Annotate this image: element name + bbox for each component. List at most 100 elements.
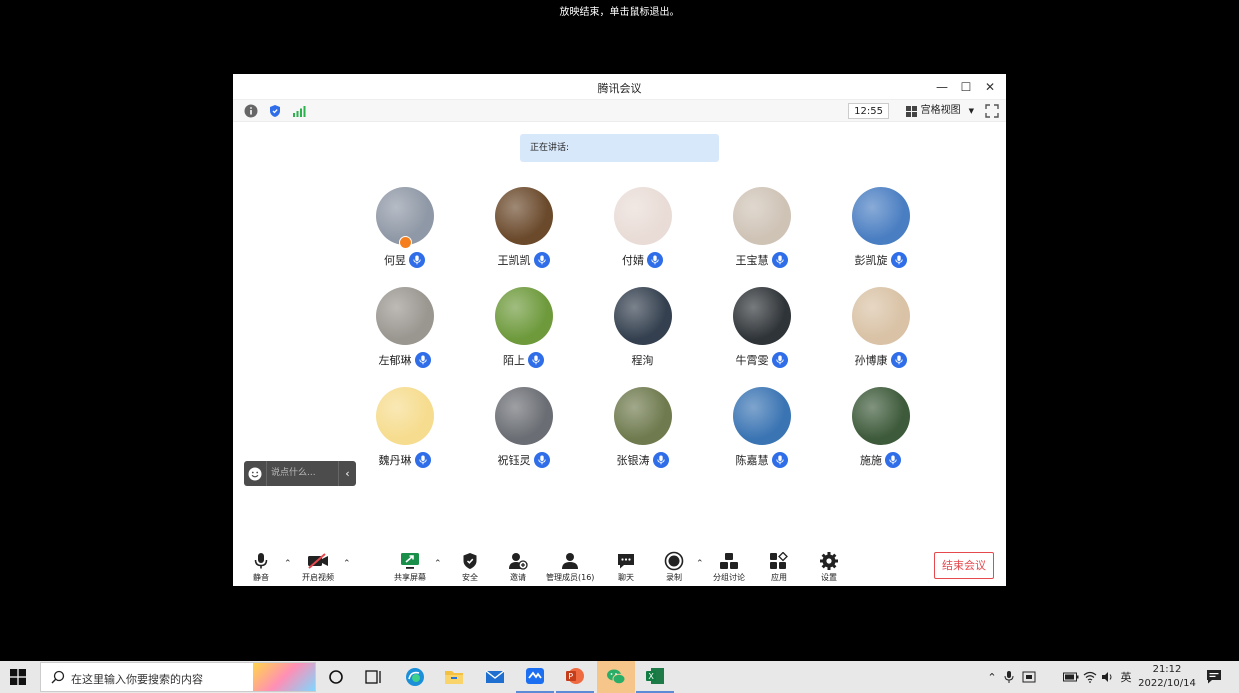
share-options-chevron-icon[interactable]: ⌃ [434, 559, 442, 569]
video-off-icon [307, 551, 329, 571]
shield-icon[interactable] [267, 103, 283, 119]
chat-button[interactable]: 聊天 [615, 551, 637, 583]
participant-tile[interactable]: 魏丹琳 [345, 387, 464, 487]
avatar[interactable] [732, 187, 791, 245]
record-options-chevron-icon[interactable]: ⌃ [696, 559, 704, 569]
smile-icon[interactable] [244, 467, 266, 481]
participant-tile[interactable]: 祝钰灵 [464, 387, 583, 487]
avatar[interactable] [851, 387, 910, 445]
gear-icon [818, 551, 840, 571]
speaking-indicator: 正在讲话: [520, 134, 719, 162]
start-video-button[interactable]: 开启视频 [302, 551, 334, 583]
chat-quick-input[interactable]: 说点什么... ‹ [244, 461, 356, 486]
tray-overflow-chevron-icon[interactable]: ⌃ [985, 671, 999, 684]
wifi-icon[interactable] [1081, 671, 1099, 683]
breakout-rooms-button[interactable]: 分组讨论 [713, 551, 745, 583]
minimize-button[interactable]: — [932, 77, 952, 97]
participant-tile[interactable]: 程洵 [583, 287, 702, 387]
avatar[interactable] [375, 187, 434, 249]
avatar[interactable] [851, 187, 910, 245]
task-view-icon[interactable] [355, 661, 393, 693]
svg-text:X: X [648, 672, 654, 681]
participant-tile[interactable]: 张银涛 [583, 387, 702, 487]
cortana-icon[interactable] [317, 661, 355, 693]
video-options-chevron-icon[interactable]: ⌃ [343, 559, 351, 569]
manage-members-button[interactable]: 管理成员(16) [546, 551, 594, 583]
record-button[interactable]: 录制 [663, 551, 685, 583]
security-button[interactable]: 安全 [459, 551, 481, 583]
avatar[interactable] [613, 387, 672, 445]
excel-icon[interactable]: X [636, 661, 674, 693]
avatar[interactable] [851, 287, 910, 345]
view-switcher[interactable]: 宫格视图 ▼ [905, 103, 974, 119]
participant-tile[interactable]: 彭凯旋 [821, 187, 940, 287]
microphone-icon [890, 252, 907, 268]
system-time: 21:12 [1152, 664, 1182, 675]
invite-button[interactable]: 邀请 [507, 551, 529, 583]
powerpoint-icon[interactable]: P [556, 661, 594, 693]
avatar[interactable] [494, 387, 553, 445]
participant-tile[interactable]: 陌上 [464, 287, 583, 387]
apps-button[interactable]: 应用 [768, 551, 790, 583]
participant-tile[interactable]: 王宝慧 [702, 187, 821, 287]
chat-placeholder[interactable]: 说点什么... [266, 461, 338, 486]
microphone-icon [528, 352, 544, 368]
participant-tile[interactable]: 左郁琳 [345, 287, 464, 387]
share-screen-button[interactable]: 共享屏幕 [394, 551, 426, 583]
notification-icon[interactable] [1206, 669, 1222, 685]
end-meeting-button[interactable]: 结束会议 [934, 552, 994, 579]
participant-tile[interactable]: 施施 [821, 387, 940, 487]
security-shield-icon [459, 551, 481, 571]
file-explorer-icon[interactable] [435, 661, 473, 693]
avatar[interactable] [613, 287, 672, 345]
avatar[interactable] [732, 387, 791, 445]
wechat-icon[interactable] [597, 661, 635, 693]
participant-name: 付婧 [622, 254, 644, 267]
mute-button[interactable]: 静音 [250, 551, 272, 583]
view-label: 宫格视图 [920, 105, 961, 116]
windows-start-icon[interactable] [10, 669, 26, 685]
settings-button[interactable]: 设置 [818, 551, 840, 583]
search-highlight-art [253, 663, 315, 691]
mail-icon[interactable] [476, 661, 514, 693]
participant-tile[interactable]: 付婧 [583, 187, 702, 287]
grid-view-icon [905, 105, 917, 117]
tencent-meeting-taskbar-icon[interactable] [516, 661, 554, 693]
avatar[interactable] [613, 187, 672, 245]
participant-tile[interactable]: 牛霄雯 [702, 287, 821, 387]
title-bar: 腾讯会议 — ☐ ✕ [233, 74, 1006, 100]
maximize-button[interactable]: ☐ [956, 77, 976, 97]
avatar[interactable] [494, 187, 553, 245]
avatar[interactable] [732, 287, 791, 345]
meeting-toolbar: 静音 ⌃ 开启视频 ⌃ 共享屏幕 ⌃ 安全 邀请 管理成员(16) 聊天 录制 … [233, 547, 1006, 586]
avatar[interactable] [375, 387, 434, 445]
fullscreen-icon[interactable] [984, 103, 1000, 119]
participant-tile[interactable]: 何昱 [345, 187, 464, 287]
system-clock[interactable]: 21:12 2022/10/14 [1136, 663, 1198, 691]
close-button[interactable]: ✕ [980, 77, 1000, 97]
microphone-icon [771, 452, 788, 468]
battery-icon[interactable] [1061, 672, 1081, 682]
chevron-down-icon: ▼ [968, 107, 974, 115]
participant-name: 左郁琳 [378, 354, 412, 367]
participant-tile[interactable]: 王凯凯 [464, 187, 583, 287]
edge-browser-icon[interactable] [396, 661, 434, 693]
signal-icon[interactable] [291, 103, 307, 119]
tray-microphone-icon[interactable] [999, 670, 1019, 684]
mute-options-chevron-icon[interactable]: ⌃ [284, 559, 292, 569]
ime-indicator[interactable]: 英 [1117, 669, 1135, 685]
volume-icon[interactable] [1099, 671, 1117, 683]
info-icon[interactable] [243, 103, 259, 119]
info-bar: 12:55 宫格视图 ▼ [233, 100, 1006, 122]
collapse-chevron-icon[interactable]: ‹ [338, 461, 356, 486]
system-tray: ⌃ 英 [985, 661, 1135, 693]
taskbar-search-box[interactable]: 在这里输入你要搜索的内容 [40, 662, 316, 692]
participant-name: 张银涛 [616, 454, 650, 467]
avatar[interactable] [375, 287, 434, 345]
participant-tile[interactable]: 孙博康 [821, 287, 940, 387]
participant-name: 何昱 [384, 254, 406, 267]
windows-taskbar: 在这里输入你要搜索的内容 P X ⌃ 英 21:12 2022/10/14 [0, 661, 1239, 693]
tray-app-icon[interactable] [1019, 670, 1039, 684]
avatar[interactable] [494, 287, 553, 345]
participant-tile[interactable]: 陈嘉慧 [702, 387, 821, 487]
